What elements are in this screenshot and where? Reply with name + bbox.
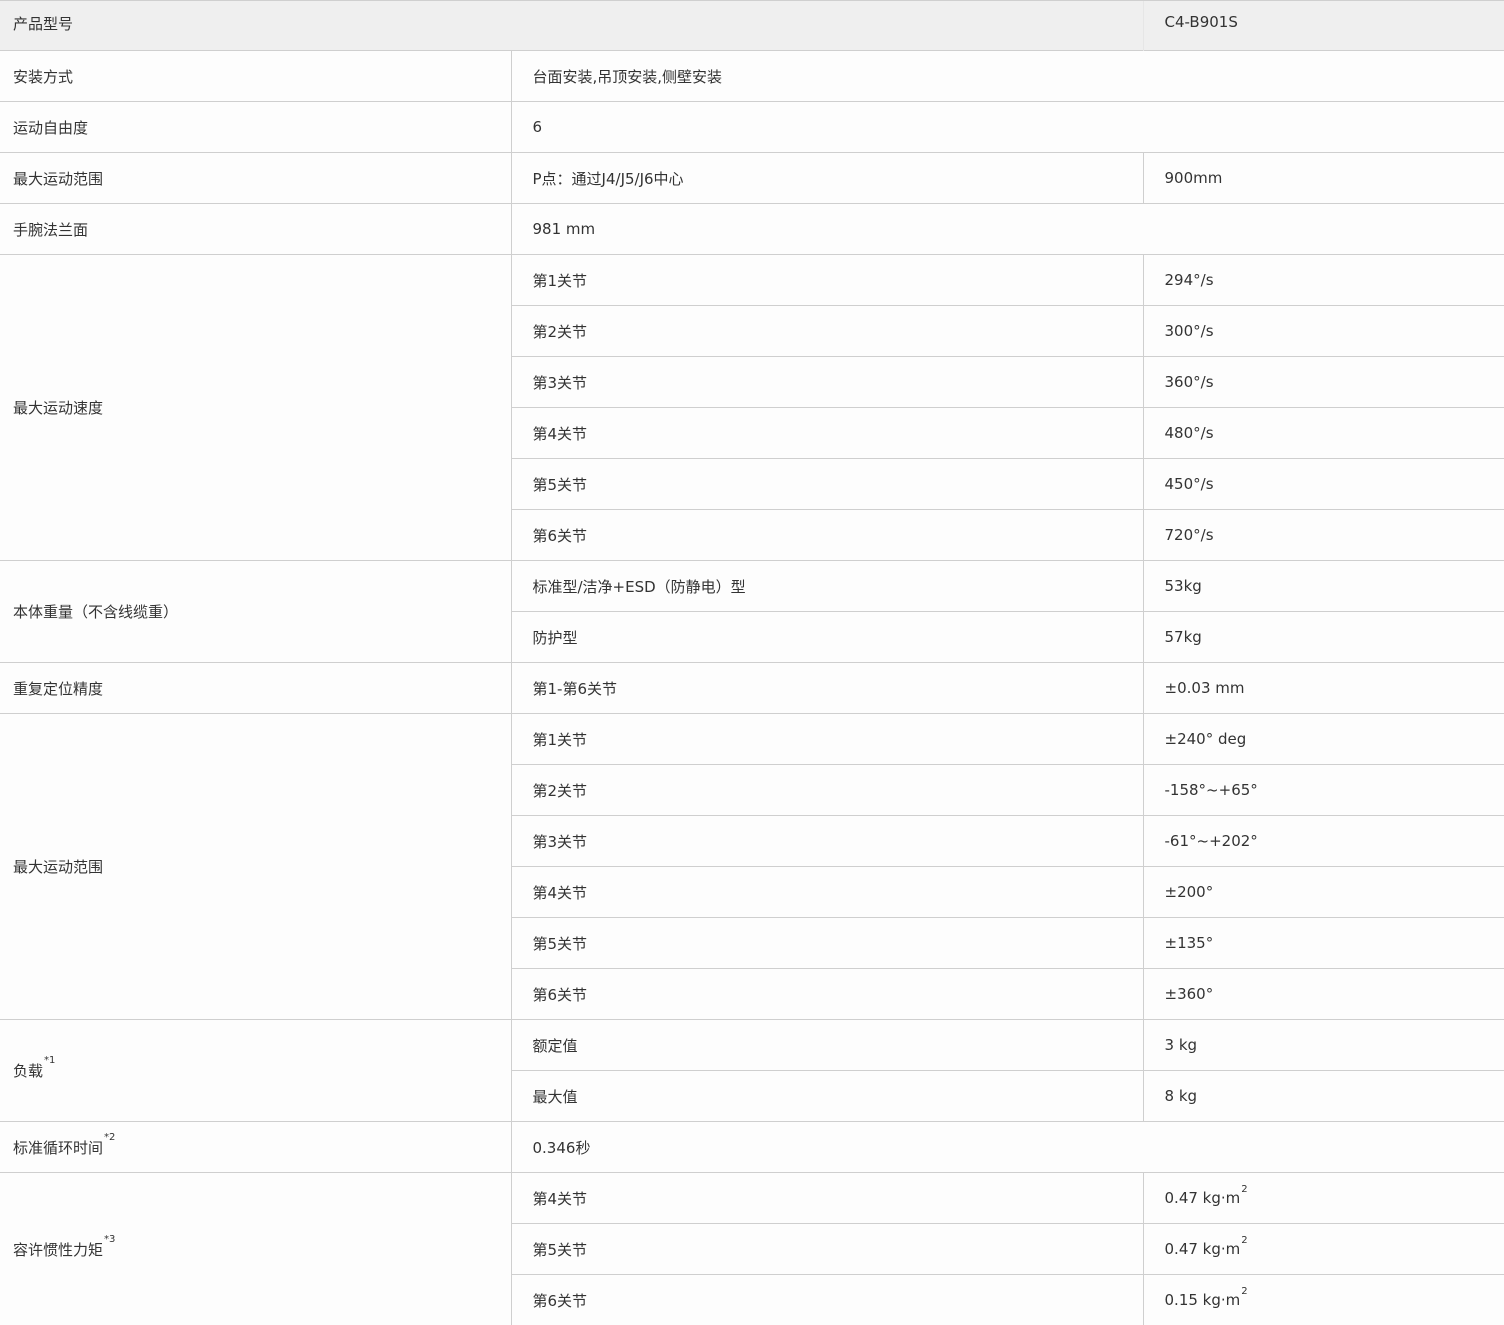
row-value-flange: 981 mm (511, 204, 1504, 255)
row-label-reach: 最大运动范围 (0, 153, 511, 204)
table-row: 最大运动范围 第1关节 ±240° deg (0, 714, 1504, 765)
payload-label: 负载 (13, 1062, 43, 1080)
speed-value: 720°/s (1143, 510, 1504, 561)
range-joint: 第2关节 (511, 765, 1143, 816)
inertia-value-cell: 0.47 kg·m2 (1143, 1173, 1504, 1224)
payload-type: 最大值 (511, 1071, 1143, 1122)
row-label-payload: 负载*1 (0, 1020, 511, 1122)
inertia-joint: 第5关节 (511, 1224, 1143, 1275)
payload-value: 3 kg (1143, 1020, 1504, 1071)
payload-type: 额定值 (511, 1020, 1143, 1071)
table-row: 安装方式 台面安装,吊顶安装,侧壁安装 (0, 51, 1504, 102)
payload-value: 8 kg (1143, 1071, 1504, 1122)
speed-value: 300°/s (1143, 306, 1504, 357)
inertia-joint: 第6关节 (511, 1275, 1143, 1325)
range-joint: 第6关节 (511, 969, 1143, 1020)
inertia-joint: 第4关节 (511, 1173, 1143, 1224)
inertia-value: 0.47 kg·m (1165, 1240, 1241, 1258)
weight-type: 防护型 (511, 612, 1143, 663)
row-sublabel-reach: P点：通过J4/J5/J6中心 (511, 153, 1143, 204)
inertia-value-cell: 0.47 kg·m2 (1143, 1224, 1504, 1275)
speed-value: 360°/s (1143, 357, 1504, 408)
repeat-value: ±0.03 mm (1143, 663, 1504, 714)
repeat-joints: 第1-第6关节 (511, 663, 1143, 714)
unit-exponent: 2 (1241, 1235, 1247, 1246)
speed-value: 480°/s (1143, 408, 1504, 459)
range-joint: 第4关节 (511, 867, 1143, 918)
row-value-reach: 900mm (1143, 153, 1504, 204)
header-label: 产品型号 (0, 1, 1143, 51)
range-value: ±360° (1143, 969, 1504, 1020)
range-joint: 第3关节 (511, 816, 1143, 867)
row-label-range: 最大运动范围 (0, 714, 511, 1020)
range-value: ±200° (1143, 867, 1504, 918)
unit-exponent: 2 (1241, 1286, 1247, 1297)
speed-joint: 第3关节 (511, 357, 1143, 408)
table-header-row: 产品型号 C4-B901S (0, 1, 1504, 51)
speed-joint: 第1关节 (511, 255, 1143, 306)
row-label-dof: 运动自由度 (0, 102, 511, 153)
weight-value: 57kg (1143, 612, 1504, 663)
speed-joint: 第4关节 (511, 408, 1143, 459)
inertia-label: 容许惯性力矩 (13, 1241, 103, 1259)
unit-exponent: 2 (1241, 1184, 1247, 1195)
row-value-mounting: 台面安装,吊顶安装,侧壁安装 (511, 51, 1504, 102)
cycle-label: 标准循环时间 (13, 1139, 103, 1157)
speed-joint: 第2关节 (511, 306, 1143, 357)
table-row: 本体重量（不含线缆重） 标准型/洁净+ESD（防静电）型 53kg (0, 561, 1504, 612)
weight-type: 标准型/洁净+ESD（防静电）型 (511, 561, 1143, 612)
table-row: 负载*1 额定值 3 kg (0, 1020, 1504, 1071)
row-label-repeat: 重复定位精度 (0, 663, 511, 714)
speed-value: 294°/s (1143, 255, 1504, 306)
speed-joint: 第6关节 (511, 510, 1143, 561)
row-label-flange: 手腕法兰面 (0, 204, 511, 255)
range-value: -158°~+65° (1143, 765, 1504, 816)
speed-value: 450°/s (1143, 459, 1504, 510)
row-label-cycle: 标准循环时间*2 (0, 1122, 511, 1173)
range-value: ±135° (1143, 918, 1504, 969)
header-model: C4-B901S (1143, 1, 1504, 51)
range-value: -61°~+202° (1143, 816, 1504, 867)
spec-table: 产品型号 C4-B901S 安装方式 台面安装,吊顶安装,侧壁安装 运动自由度 … (0, 0, 1504, 1325)
inertia-value-cell: 0.15 kg·m2 (1143, 1275, 1504, 1325)
row-label-speed: 最大运动速度 (0, 255, 511, 561)
table-row: 重复定位精度 第1-第6关节 ±0.03 mm (0, 663, 1504, 714)
table-row: 容许惯性力矩*3 第4关节 0.47 kg·m2 (0, 1173, 1504, 1224)
table-row: 最大运动范围 P点：通过J4/J5/J6中心 900mm (0, 153, 1504, 204)
cycle-value: 0.346秒 (511, 1122, 1504, 1173)
row-label-weight: 本体重量（不含线缆重） (0, 561, 511, 663)
weight-value: 53kg (1143, 561, 1504, 612)
table-row: 手腕法兰面 981 mm (0, 204, 1504, 255)
table-row: 标准循环时间*2 0.346秒 (0, 1122, 1504, 1173)
range-value: ±240° deg (1143, 714, 1504, 765)
row-label-inertia: 容许惯性力矩*3 (0, 1173, 511, 1325)
footnote-marker: *3 (104, 1234, 115, 1245)
footnote-marker: *2 (104, 1132, 115, 1143)
row-value-dof: 6 (511, 102, 1504, 153)
range-joint: 第1关节 (511, 714, 1143, 765)
footnote-marker: *1 (44, 1055, 55, 1066)
row-label-mounting: 安装方式 (0, 51, 511, 102)
inertia-value: 0.15 kg·m (1165, 1291, 1241, 1309)
inertia-value: 0.47 kg·m (1165, 1189, 1241, 1207)
speed-joint: 第5关节 (511, 459, 1143, 510)
range-joint: 第5关节 (511, 918, 1143, 969)
table-row: 运动自由度 6 (0, 102, 1504, 153)
table-row: 最大运动速度 第1关节 294°/s (0, 255, 1504, 306)
